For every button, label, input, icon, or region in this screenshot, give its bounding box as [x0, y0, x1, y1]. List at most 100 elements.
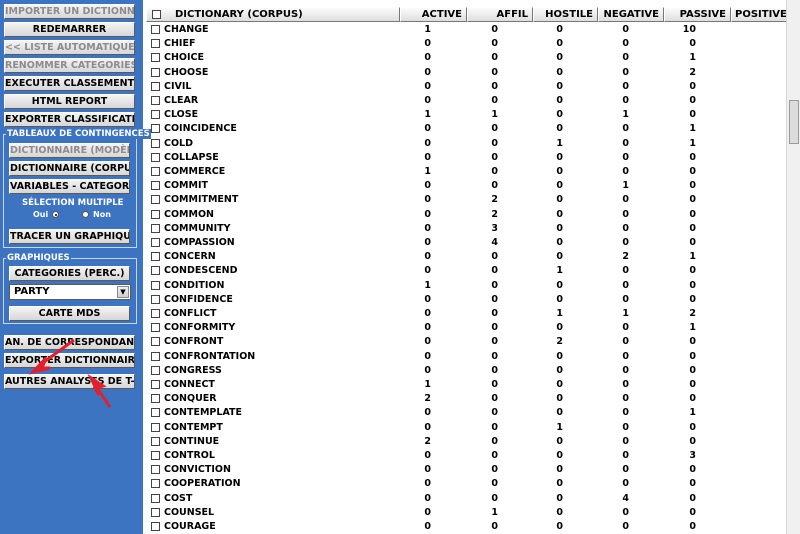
- row-checkbox[interactable]: [151, 422, 160, 432]
- correspondence-analysis-button[interactable]: AN. DE CORRESPONDANCES: [4, 335, 135, 350]
- table-row[interactable]: COOPERATION 0 0 0 0 0: [146, 477, 786, 491]
- row-checkbox[interactable]: [151, 209, 160, 219]
- other-tlab-analyses-button[interactable]: AUTRES ANALYSES DE T-LAB: [4, 374, 135, 389]
- table-row[interactable]: CONTEMPLATE 0 0 0 0 1: [146, 406, 786, 420]
- table-row[interactable]: CONVICTION 0 0 0 0 0: [146, 463, 786, 477]
- table-row[interactable]: CLOSE 1 1 0 1 0: [146, 108, 786, 122]
- table-row[interactable]: CONTEMPT 0 0 1 0 0: [146, 421, 786, 435]
- rename-categories-button[interactable]: RENOMMER CATEGORIES: [4, 58, 135, 73]
- table-row[interactable]: CHOOSE 0 0 0 0 2: [146, 66, 786, 80]
- table-row[interactable]: CHANGE 1 0 0 0 10: [146, 23, 786, 37]
- table-row[interactable]: CONGRESS 0 0 0 0 0: [146, 364, 786, 378]
- row-checkbox[interactable]: [151, 309, 160, 318]
- row-checkbox[interactable]: [151, 25, 160, 34]
- table-row[interactable]: CONDITION 1 0 0 0 0: [146, 279, 786, 293]
- radio-yes[interactable]: [52, 211, 59, 218]
- row-checkbox[interactable]: [151, 167, 160, 176]
- row-checkbox[interactable]: [151, 81, 160, 91]
- mds-map-button[interactable]: CARTE MDS: [9, 306, 130, 321]
- export-classification-button[interactable]: EXPORTER CLASSIFICATION: [4, 112, 135, 127]
- plot-graph-button[interactable]: TRACER UN GRAPHIQUE: [9, 229, 130, 244]
- html-report-button[interactable]: HTML REPORT: [4, 94, 135, 109]
- table-row[interactable]: CONFLICT 0 0 1 1 2: [146, 307, 786, 321]
- table-row[interactable]: CONTROL 0 0 0 0 3: [146, 449, 786, 463]
- row-checkbox[interactable]: [151, 294, 160, 304]
- run-classification-button[interactable]: EXECUTER CLASSEMENT: [4, 76, 135, 91]
- table-row[interactable]: CHIEF 0 0 0 0 0: [146, 37, 786, 51]
- table-row[interactable]: CHOICE 0 0 0 0 1: [146, 51, 786, 65]
- header-passive[interactable]: PASSIVE: [664, 7, 731, 22]
- row-checkbox[interactable]: [151, 110, 160, 120]
- row-checkbox[interactable]: [151, 67, 160, 77]
- table-row[interactable]: COMMITMENT 0 2 0 0 0: [146, 193, 786, 207]
- row-checkbox[interactable]: [151, 266, 160, 276]
- table-row[interactable]: COMMIT 0 0 0 1 0: [146, 179, 786, 193]
- table-row[interactable]: CLEAR 0 0 0 0 0: [146, 94, 786, 108]
- row-checkbox[interactable]: [151, 181, 160, 191]
- row-checkbox[interactable]: [151, 451, 160, 460]
- table-row[interactable]: COLD 0 0 1 0 1: [146, 137, 786, 151]
- auto-list-button[interactable]: << LISTE AUTOMATIQUE <<: [4, 40, 135, 55]
- table-row[interactable]: CONFORMITY 0 0 0 0 1: [146, 321, 786, 335]
- table-row[interactable]: COST 0 0 0 4 0: [146, 492, 786, 506]
- restart-button[interactable]: REDEMARRER: [4, 22, 135, 37]
- table-row[interactable]: CONDESCEND 0 0 1 0 0: [146, 264, 786, 278]
- table-row[interactable]: CIVIL 0 0 0 0 0: [146, 80, 786, 94]
- table-row[interactable]: COMPASSION 0 4 0 0 0: [146, 236, 786, 250]
- table-row[interactable]: CONNECT 1 0 0 0 0: [146, 378, 786, 392]
- table-row[interactable]: COINCIDENCE 0 0 0 0 1: [146, 122, 786, 136]
- table-row[interactable]: COMMERCE 1 0 0 0 0: [146, 165, 786, 179]
- header-positive[interactable]: POSITIVE: [731, 7, 786, 22]
- header-active[interactable]: ACTIVE: [400, 7, 467, 22]
- vertical-scrollbar[interactable]: [786, 0, 800, 534]
- header-hostile[interactable]: HOSTILE: [533, 7, 598, 22]
- row-checkbox[interactable]: [151, 337, 160, 347]
- row-checkbox[interactable]: [151, 522, 160, 531]
- party-select[interactable]: PARTY ▼: [9, 284, 131, 300]
- row-checkbox[interactable]: [151, 436, 160, 446]
- row-checkbox[interactable]: [151, 465, 160, 475]
- import-dictionary-button[interactable]: IMPORTER UN DICTIONNAIRE: [4, 4, 135, 19]
- row-checkbox[interactable]: [151, 53, 160, 63]
- row-checkbox[interactable]: [151, 493, 160, 503]
- table-row[interactable]: CONFRONT 0 0 2 0 0: [146, 335, 786, 349]
- row-checkbox[interactable]: [151, 394, 160, 404]
- row-checkbox[interactable]: [151, 223, 160, 233]
- row-checkbox[interactable]: [151, 351, 160, 361]
- row-checkbox[interactable]: [151, 507, 160, 517]
- row-checkbox[interactable]: [151, 408, 160, 418]
- header-select-all[interactable]: DICTIONARY (CORPUS): [146, 7, 400, 22]
- table-row[interactable]: CONTINUE 2 0 0 0 0: [146, 435, 786, 449]
- row-checkbox[interactable]: [151, 39, 160, 49]
- table-row[interactable]: COMMON 0 2 0 0 0: [146, 208, 786, 222]
- dictionary-model-button[interactable]: DICTIONNAIRE (MODÈLE): [9, 143, 130, 158]
- table-row[interactable]: COMMUNITY 0 3 0 0 0: [146, 222, 786, 236]
- chevron-down-icon[interactable]: ▼: [117, 286, 129, 298]
- dictionary-corpus-button[interactable]: DICTIONNAIRE (CORPUS): [9, 161, 130, 176]
- row-checkbox[interactable]: [151, 380, 160, 389]
- table-row[interactable]: CONFRONTATION 0 0 0 0 0: [146, 350, 786, 364]
- row-checkbox[interactable]: [151, 195, 160, 205]
- row-checkbox[interactable]: [151, 138, 160, 148]
- scrollbar-thumb[interactable]: [789, 100, 799, 144]
- header-negative[interactable]: NEGATIVE: [598, 7, 664, 22]
- select-all-checkbox[interactable]: [152, 10, 161, 19]
- categories-perc-button[interactable]: CATEGORIES (PERC.): [9, 266, 130, 281]
- table-row[interactable]: CONFIDENCE 0 0 0 0 0: [146, 293, 786, 307]
- row-checkbox[interactable]: [151, 365, 160, 375]
- variables-categories-button[interactable]: VARIABLES - CATEGORIES: [9, 179, 130, 194]
- row-checkbox[interactable]: [151, 252, 160, 262]
- table-row[interactable]: COUNSEL 0 1 0 0 0: [146, 506, 786, 520]
- header-affil[interactable]: AFFIL: [467, 7, 533, 22]
- table-row[interactable]: CONQUER 2 0 0 0 0: [146, 392, 786, 406]
- row-checkbox[interactable]: [151, 152, 160, 162]
- table-row[interactable]: COLLAPSE 0 0 0 0 0: [146, 151, 786, 165]
- row-checkbox[interactable]: [151, 96, 160, 105]
- row-checkbox[interactable]: [151, 280, 160, 290]
- table-row[interactable]: COURAGE 0 0 0 0 0: [146, 520, 786, 534]
- row-checkbox[interactable]: [151, 479, 160, 489]
- radio-no[interactable]: [82, 211, 89, 218]
- row-checkbox[interactable]: [151, 124, 160, 134]
- row-checkbox[interactable]: [151, 323, 160, 333]
- export-dictionary-button[interactable]: EXPORTER DICTIONNAIRE: [4, 353, 135, 368]
